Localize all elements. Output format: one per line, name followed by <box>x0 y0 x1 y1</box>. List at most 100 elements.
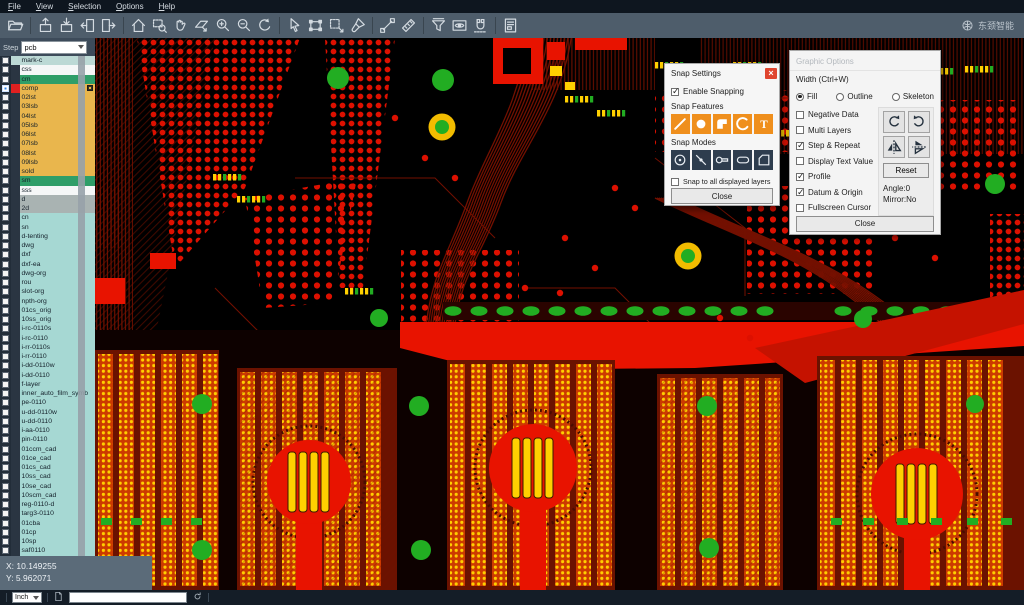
layer-visibility-checkbox[interactable] <box>2 103 9 110</box>
layer-visibility-checkbox[interactable] <box>2 288 9 295</box>
snap-line-button[interactable] <box>671 114 690 134</box>
snap-text-button[interactable]: T <box>754 114 773 134</box>
layer-visibility-checkbox[interactable] <box>2 131 9 138</box>
rotate-ccw-button[interactable] <box>908 111 930 133</box>
layer-visibility-checkbox[interactable] <box>2 159 9 166</box>
select-arrow-icon[interactable] <box>284 15 305 36</box>
layer-visibility-checkbox[interactable] <box>2 529 9 536</box>
layer-visibility-checkbox[interactable] <box>2 316 9 323</box>
layer-visibility-checkbox[interactable] <box>2 242 9 249</box>
report-list-icon[interactable] <box>500 15 521 36</box>
snap-dialog-titlebar[interactable]: Snap Settings × <box>665 64 779 81</box>
layer-list-scrollbar[interactable] <box>78 56 85 556</box>
layer-visibility-checkbox[interactable] <box>2 344 9 351</box>
zoom-out-icon[interactable] <box>233 15 254 36</box>
view-eye-icon[interactable] <box>449 15 470 36</box>
layer-visibility-checkbox[interactable] <box>2 473 9 480</box>
radio-skeleton[interactable]: Skeleton <box>892 92 934 101</box>
reset-button[interactable]: Reset <box>883 163 929 178</box>
layer-visibility-checkbox[interactable] <box>2 113 9 120</box>
home-icon[interactable] <box>128 15 149 36</box>
layer-visibility-checkbox[interactable] <box>2 279 9 286</box>
radio-fill[interactable]: Fill <box>796 92 817 101</box>
layer-visibility-checkbox[interactable] <box>2 464 9 471</box>
graphic-close-button[interactable]: Close <box>796 216 934 232</box>
layer-visibility-checkbox[interactable] <box>2 427 9 434</box>
layer-visibility-checkbox[interactable] <box>2 538 9 545</box>
layer-visibility-checkbox[interactable] <box>2 418 9 425</box>
layer-visibility-checkbox[interactable] <box>2 177 9 184</box>
layer-visibility-checkbox[interactable] <box>2 510 9 517</box>
layer-visibility-checkbox[interactable] <box>2 187 9 194</box>
refresh-icon[interactable] <box>192 589 203 605</box>
menu-selection[interactable]: Selection <box>68 2 101 11</box>
graphic-dialog-titlebar[interactable]: Graphic Options <box>790 51 940 71</box>
menu-help[interactable]: Help <box>159 2 175 11</box>
layer-visibility-checkbox[interactable] <box>2 140 9 147</box>
layer-visibility-checkbox[interactable] <box>2 335 9 342</box>
layer-board-icon[interactable] <box>87 85 94 92</box>
menu-view[interactable]: View <box>36 2 53 11</box>
flip-horizontal-button[interactable] <box>883 136 905 158</box>
pan-hand-icon[interactable] <box>170 15 191 36</box>
layer-visibility-checkbox[interactable] <box>2 520 9 527</box>
snap-close-button[interactable]: Close <box>671 188 773 204</box>
snap-all-layers-checkbox[interactable]: Snap to all displayed layers <box>671 175 773 188</box>
layer-visibility-checkbox[interactable] <box>2 372 9 379</box>
snap-arc-button[interactable] <box>733 114 752 134</box>
layer-visibility-checkbox[interactable] <box>2 94 9 101</box>
command-input[interactable] <box>69 592 187 603</box>
layer-visibility-checkbox[interactable] <box>2 446 9 453</box>
step-select[interactable]: pcb <box>21 41 87 54</box>
layer-visibility-checkbox[interactable] <box>2 270 9 277</box>
layer-visibility-checkbox[interactable] <box>2 122 9 129</box>
layer-visibility-checkbox[interactable] <box>2 399 9 406</box>
check-datum-origin[interactable]: Datum & Origin <box>796 185 874 201</box>
snap-pad-key-button[interactable] <box>713 150 732 170</box>
layer-visibility-checkbox[interactable] <box>2 261 9 268</box>
snap-surface-button[interactable] <box>713 114 732 134</box>
check-negative-data[interactable]: Negative Data <box>796 107 874 123</box>
zoom-in-icon[interactable] <box>212 15 233 36</box>
layer-visibility-checkbox[interactable] <box>2 409 9 416</box>
check-step-repeat[interactable]: Step & Repeat <box>796 138 874 154</box>
layer-visibility-checkbox[interactable] <box>2 196 9 203</box>
rotate-cw-button[interactable] <box>883 111 905 133</box>
layer-visibility-checkbox[interactable] <box>2 205 9 212</box>
layer-visibility-checkbox[interactable] <box>2 57 9 64</box>
measure-line-icon[interactable] <box>377 15 398 36</box>
check-multi-layers[interactable]: Multi Layers <box>796 123 874 139</box>
file-up-icon[interactable] <box>35 15 56 36</box>
check-fullscreen-cursor[interactable]: Fullscreen Cursor <box>796 200 874 216</box>
layer-visibility-checkbox[interactable] <box>2 298 9 305</box>
export-icon[interactable] <box>98 15 119 36</box>
layer-visibility-checkbox[interactable] <box>2 251 9 258</box>
layer-visibility-checkbox[interactable] <box>2 307 9 314</box>
layer-visibility-checkbox[interactable] <box>2 381 9 388</box>
snap-center-button[interactable] <box>671 150 690 170</box>
snap-slot-button[interactable] <box>733 150 752 170</box>
layer-visibility-checkbox[interactable] <box>2 150 9 157</box>
layer-visibility-checkbox[interactable] <box>2 501 9 508</box>
drag-zoom-icon[interactable] <box>191 15 212 36</box>
flip-vertical-button[interactable] <box>908 136 930 158</box>
file-down-icon[interactable] <box>56 15 77 36</box>
filter-funnel-icon[interactable] <box>428 15 449 36</box>
zoom-back-icon[interactable] <box>254 15 275 36</box>
enable-snapping-checkbox[interactable]: Enable Snapping <box>671 85 773 98</box>
layer-visibility-checkbox[interactable] <box>2 76 9 83</box>
check-display-text-value[interactable]: Display Text Value <box>796 154 874 170</box>
layer-visibility-checkbox[interactable] <box>2 224 9 231</box>
layer-visibility-checkbox[interactable] <box>2 325 9 332</box>
snap-profile-button[interactable] <box>754 150 773 170</box>
magnet-snap-icon[interactable] <box>470 15 491 36</box>
layer-visibility-checkbox[interactable] <box>2 353 9 360</box>
ruler-icon[interactable] <box>398 15 419 36</box>
layer-visibility-checkbox[interactable] <box>2 483 9 490</box>
layer-visibility-checkbox[interactable] <box>2 214 9 221</box>
edit-page-icon[interactable] <box>53 589 64 605</box>
close-icon[interactable]: × <box>765 68 777 79</box>
check-profile[interactable]: Profile <box>796 169 874 185</box>
snap-pad-button[interactable] <box>692 114 711 134</box>
layer-visibility-checkbox[interactable] <box>2 547 9 554</box>
